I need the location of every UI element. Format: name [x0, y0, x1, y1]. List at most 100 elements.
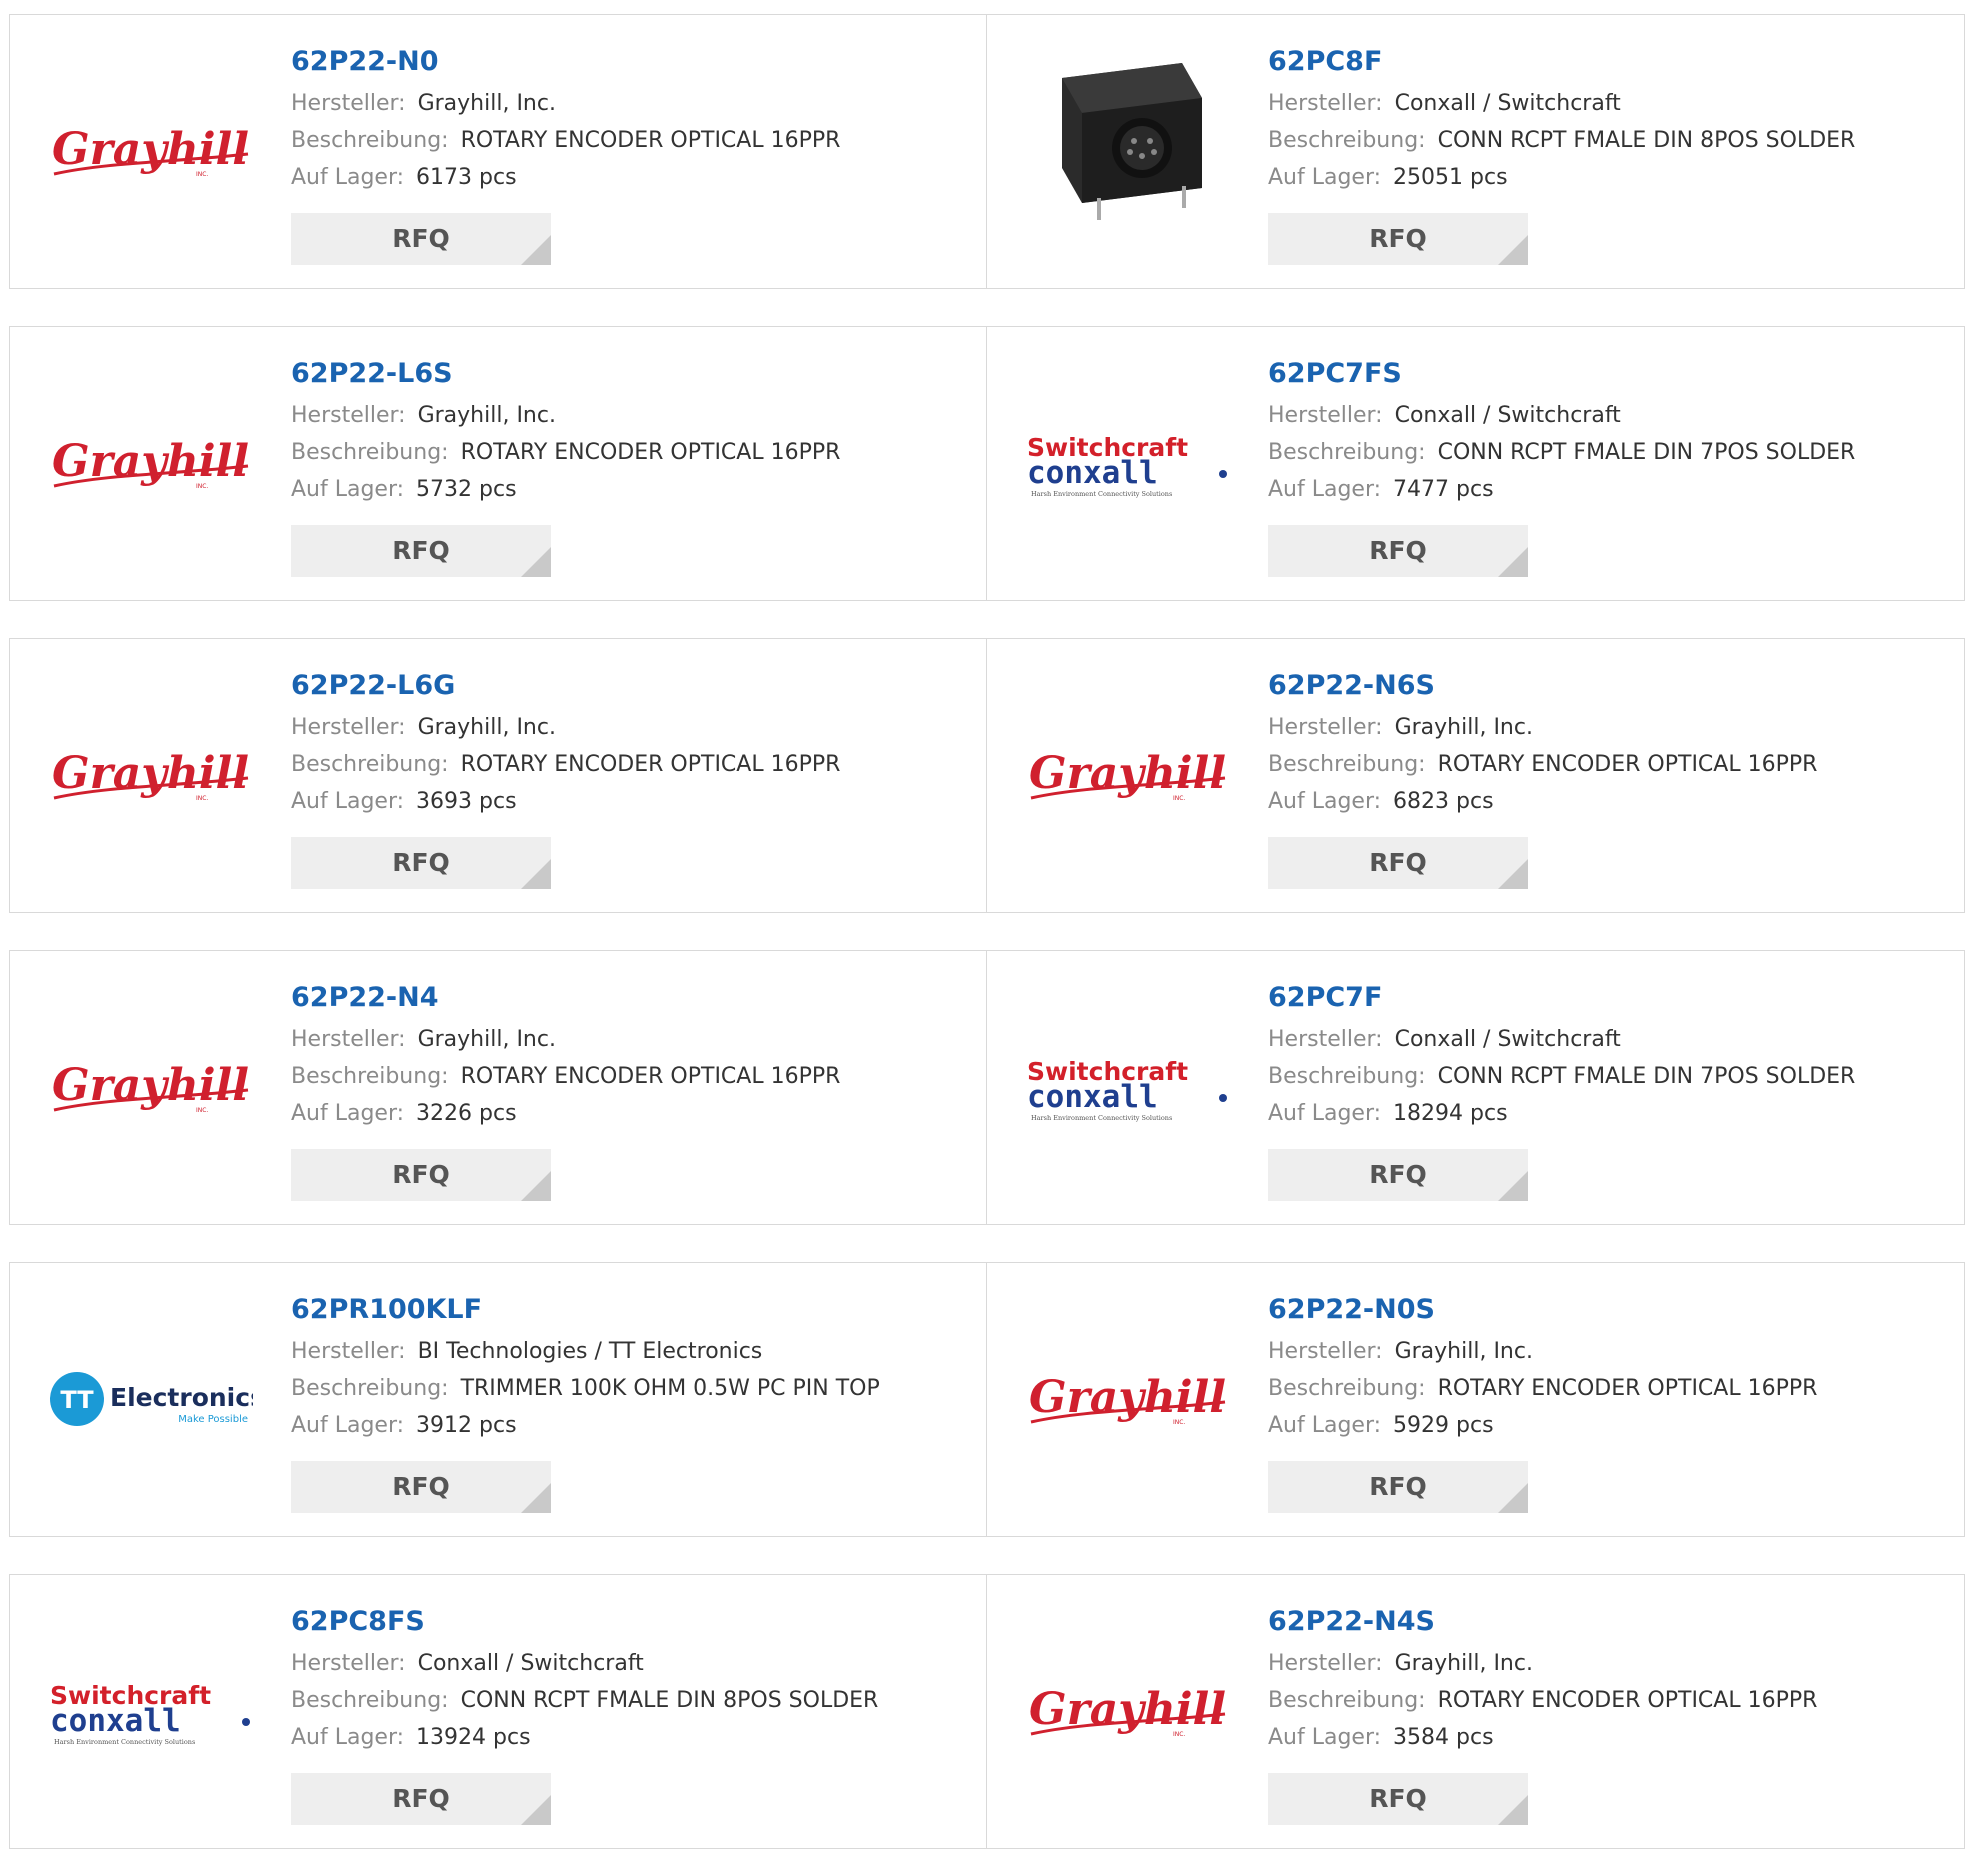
product-card: Switchcraft conxall Harsh Environment Co…: [987, 326, 1965, 601]
rfq-button[interactable]: RFQ: [1268, 1773, 1528, 1825]
stock-line: Auf Lager: 5929 pcs: [1268, 1407, 1817, 1444]
logo-text-conxall: conxall: [1027, 1079, 1158, 1115]
rfq-button[interactable]: RFQ: [291, 1149, 551, 1201]
manufacturer-label: Hersteller:: [1268, 715, 1383, 740]
product-card: Grayhill INC. 62P22-N4S Hersteller: Grayhi…: [987, 1574, 1965, 1849]
product-card: Grayhill INC. 62P22-L6S Hersteller: Grayhi…: [9, 326, 987, 601]
rfq-label: RFQ: [392, 1784, 450, 1813]
logo-text-conxall: conxall: [50, 1703, 181, 1739]
rfq-label: RFQ: [392, 1472, 450, 1501]
description-label: Beschreibung:: [291, 128, 449, 153]
logo-text-conxall: conxall: [1027, 455, 1158, 491]
stock-value: 13924 pcs: [416, 1725, 531, 1750]
grayhill-logo: Grayhill INC.: [52, 1060, 249, 1114]
description-value: ROTARY ENCODER OPTICAL 16PPR: [460, 128, 841, 153]
rfq-button[interactable]: RFQ: [291, 837, 551, 889]
rfq-label: RFQ: [392, 536, 450, 565]
part-number-link[interactable]: 62PC8F: [1268, 45, 1855, 85]
manufacturer-line: Hersteller: Conxall / Switchcraft: [1268, 1021, 1855, 1058]
rfq-button[interactable]: RFQ: [291, 1461, 551, 1513]
stock-label: Auf Lager:: [291, 789, 405, 814]
rfq-label: RFQ: [1369, 1160, 1427, 1189]
stock-value: 7477 pcs: [1393, 477, 1494, 502]
description-line: Beschreibung: CONN RCPT FMALE DIN 8POS SO…: [291, 1682, 878, 1719]
product-card: Grayhill INC. 62P22-N0 Hersteller: Grayhil…: [9, 14, 987, 289]
part-number-link[interactable]: 62P22-N6S: [1268, 669, 1817, 709]
manufacturer-value: Conxall / Switchcraft: [1394, 91, 1621, 116]
logo-text-grayhill-inc: INC.: [196, 795, 208, 802]
description-value: ROTARY ENCODER OPTICAL 16PPR: [1437, 1688, 1818, 1713]
part-number-link[interactable]: 62PC8FS: [291, 1605, 878, 1645]
description-value: ROTARY ENCODER OPTICAL 16PPR: [460, 440, 841, 465]
corner-fold-icon: [1498, 1171, 1528, 1201]
manufacturer-line: Hersteller: Grayhill, Inc.: [1268, 1333, 1817, 1370]
stock-line: Auf Lager: 3226 pcs: [291, 1095, 840, 1132]
rfq-button[interactable]: RFQ: [291, 213, 551, 265]
rfq-button[interactable]: RFQ: [1268, 1149, 1528, 1201]
description-line: Beschreibung: ROTARY ENCODER OPTICAL 16PP…: [291, 434, 840, 471]
description-value: ROTARY ENCODER OPTICAL 16PPR: [460, 1064, 841, 1089]
description-value: CONN RCPT FMALE DIN 7POS SOLDER: [1437, 1064, 1856, 1089]
manufacturer-value: Conxall / Switchcraft: [1394, 1027, 1621, 1052]
description-label: Beschreibung:: [1268, 440, 1426, 465]
rfq-button[interactable]: RFQ: [1268, 1461, 1528, 1513]
part-number-link[interactable]: 62P22-L6G: [291, 669, 840, 709]
manufacturer-label: Hersteller:: [291, 91, 406, 116]
rfq-button[interactable]: RFQ: [291, 1773, 551, 1825]
description-value: CONN RCPT FMALE DIN 7POS SOLDER: [1437, 440, 1856, 465]
manufacturer-line: Hersteller: Grayhill, Inc.: [291, 709, 840, 746]
part-number-link[interactable]: 62P22-L6S: [291, 357, 840, 397]
description-label: Beschreibung:: [291, 752, 449, 777]
description-line: Beschreibung: CONN RCPT FMALE DIN 8POS SO…: [1268, 122, 1855, 159]
logo-text-conxall-tagline: Harsh Environment Connectivity Solutions: [1031, 490, 1172, 498]
stock-label: Auf Lager:: [1268, 1413, 1382, 1438]
stock-line: Auf Lager: 6173 pcs: [291, 159, 840, 196]
stock-value: 6823 pcs: [1393, 789, 1494, 814]
description-label: Beschreibung:: [1268, 1376, 1426, 1401]
stock-value: 6173 pcs: [416, 165, 517, 190]
corner-fold-icon: [1498, 859, 1528, 889]
logo-text-grayhill-inc: INC.: [196, 483, 208, 490]
switchcraft-conxall-logo: Switchcraft conxall Harsh Environment Co…: [50, 1681, 250, 1746]
stock-value: 5732 pcs: [416, 477, 517, 502]
logo-text-tt-mark: TT: [60, 1386, 94, 1414]
description-label: Beschreibung:: [1268, 128, 1426, 153]
corner-fold-icon: [1498, 1483, 1528, 1513]
stock-label: Auf Lager:: [1268, 1101, 1382, 1126]
part-number-link[interactable]: 62P22-N0S: [1268, 1293, 1817, 1333]
part-number-link[interactable]: 62PC7F: [1268, 981, 1855, 1021]
stock-value: 18294 pcs: [1393, 1101, 1508, 1126]
product-card: Switchcraft conxall Harsh Environment Co…: [987, 950, 1965, 1225]
rfq-button[interactable]: RFQ: [1268, 525, 1528, 577]
description-value: ROTARY ENCODER OPTICAL 16PPR: [1437, 752, 1818, 777]
manufacturer-logo: Switchcraft conxall Harsh Environment Co…: [45, 1663, 255, 1763]
manufacturer-line: Hersteller: Grayhill, Inc.: [1268, 1645, 1817, 1682]
rfq-button[interactable]: RFQ: [291, 525, 551, 577]
logo-text-conxall-tagline: Harsh Environment Connectivity Solutions: [54, 1738, 195, 1746]
stock-value: 5929 pcs: [1393, 1413, 1494, 1438]
manufacturer-value: Grayhill, Inc.: [1394, 1339, 1533, 1364]
manufacturer-label: Hersteller:: [1268, 1027, 1383, 1052]
part-number-link[interactable]: 62P22-N4S: [1268, 1605, 1817, 1645]
grayhill-logo: Grayhill INC.: [1029, 748, 1226, 802]
rfq-label: RFQ: [392, 1160, 450, 1189]
rfq-button[interactable]: RFQ: [1268, 213, 1528, 265]
product-info: 62PR100KLF Hersteller: BI Technologies / T…: [291, 1293, 880, 1513]
part-number-link[interactable]: 62P22-N4: [291, 981, 840, 1021]
product-info: 62P22-N6S Hersteller: Grayhill, Inc. Beschr…: [1268, 669, 1817, 889]
rfq-button[interactable]: RFQ: [1268, 837, 1528, 889]
manufacturer-label: Hersteller:: [291, 1651, 406, 1676]
part-number-link[interactable]: 62P22-N0: [291, 45, 840, 85]
stock-label: Auf Lager:: [1268, 1725, 1382, 1750]
manufacturer-line: Hersteller: Grayhill, Inc.: [291, 1021, 840, 1058]
part-number-link[interactable]: 62PC7FS: [1268, 357, 1855, 397]
manufacturer-label: Hersteller:: [291, 1339, 406, 1364]
logo-text-grayhill: Grayhill: [52, 748, 249, 799]
part-number-link[interactable]: 62PR100KLF: [291, 1293, 880, 1333]
description-line: Beschreibung: ROTARY ENCODER OPTICAL 16PP…: [1268, 1370, 1817, 1407]
manufacturer-label: Hersteller:: [1268, 91, 1383, 116]
product-info: 62PC8F Hersteller: Conxall / Switchcraft Be…: [1268, 45, 1855, 265]
stock-line: Auf Lager: 7477 pcs: [1268, 471, 1855, 508]
manufacturer-logo: Switchcraft conxall Harsh Environment Co…: [1022, 1039, 1232, 1139]
stock-line: Auf Lager: 3912 pcs: [291, 1407, 880, 1444]
